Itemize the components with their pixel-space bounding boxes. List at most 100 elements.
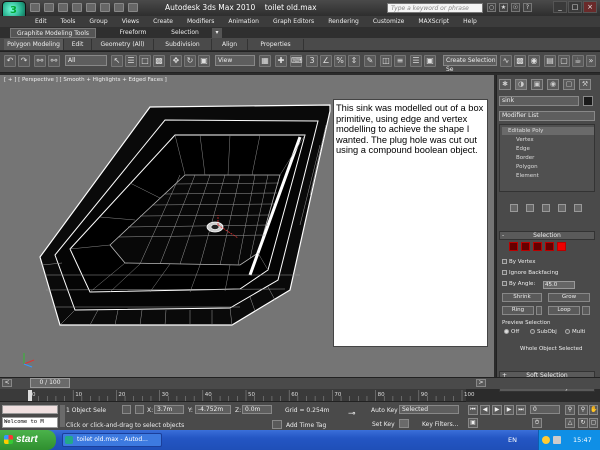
hierarchy-tab-icon[interactable]: ▣ — [531, 79, 543, 90]
z-coordinate-field[interactable]: 0.0m — [242, 405, 272, 414]
by-angle-checkbox[interactable]: By Angle: — [502, 281, 535, 287]
redo-toolbar-icon[interactable]: ↷ — [18, 55, 30, 67]
close-button[interactable]: × — [583, 1, 597, 13]
go-to-start-icon[interactable]: ⏮ — [468, 405, 478, 415]
loop-button[interactable]: Loop — [548, 306, 580, 315]
panel-polygon-modeling[interactable]: Polygon Modeling — [4, 39, 64, 50]
taskbar-item-3dsmax[interactable]: toilet old.max - Autod... — [62, 433, 162, 447]
maximize-button[interactable]: □ — [568, 1, 582, 13]
unlink-icon[interactable]: ⚯ — [48, 55, 60, 67]
lock-selection-icon[interactable] — [122, 405, 131, 414]
modify-tab-icon[interactable]: ◑ — [515, 79, 527, 90]
language-indicator[interactable]: EN — [508, 436, 517, 444]
go-to-end-icon[interactable]: ⏭ — [516, 405, 526, 415]
key-filter-icon[interactable] — [399, 419, 409, 428]
key-mode-toggle-icon[interactable]: ▣ — [468, 418, 478, 428]
fov-icon[interactable]: △ — [565, 418, 575, 428]
track-bar[interactable] — [0, 389, 466, 402]
element-mode-icon[interactable] — [557, 242, 566, 251]
named-selection-set-dropdown[interactable]: Create Selection Se — [443, 55, 497, 73]
named-selection-icon[interactable]: ✎ — [364, 55, 376, 67]
select-link-icon[interactable]: ⚯ — [34, 55, 46, 67]
redo-icon[interactable] — [86, 3, 96, 12]
time-slider[interactable]: 0 / 100 — [30, 378, 70, 388]
preview-off-radio[interactable]: Off — [504, 329, 519, 335]
configure-modifier-sets-icon[interactable] — [574, 204, 582, 212]
show-end-result-icon[interactable] — [526, 204, 534, 212]
select-manipulate-icon[interactable]: ✚ — [275, 55, 287, 67]
time-tag-icon[interactable] — [272, 420, 282, 429]
save-file-icon[interactable] — [58, 3, 68, 12]
zoom-icon[interactable]: ⚲ — [565, 405, 575, 415]
shrink-button[interactable]: Shrink — [502, 293, 542, 302]
remove-modifier-icon[interactable] — [558, 204, 566, 212]
listener-splitter[interactable] — [60, 405, 65, 427]
key-mode-dropdown[interactable]: Selected — [399, 405, 459, 414]
stack-item-border[interactable]: Border — [516, 155, 534, 161]
communication-icon[interactable]: ☉ — [511, 3, 520, 12]
prev-frame-icon[interactable]: < — [2, 379, 12, 387]
pivot-center-icon[interactable]: ▦ — [259, 55, 271, 67]
menu-modifiers[interactable]: Modifiers — [180, 16, 221, 27]
tab-graphite-modeling-tools[interactable]: Graphite Modeling Tools — [10, 28, 96, 38]
auto-key-button[interactable]: Auto Key — [371, 407, 398, 414]
ring-spinner[interactable] — [536, 306, 542, 315]
edge-mode-icon[interactable] — [521, 242, 530, 251]
angle-spinner[interactable]: 45.0 — [543, 281, 575, 289]
loop-spinner[interactable] — [582, 306, 590, 315]
object-color-swatch[interactable] — [583, 96, 593, 106]
grow-button[interactable]: Grow — [548, 293, 590, 302]
panel-subdivision[interactable]: Subdivision — [154, 39, 212, 50]
border-mode-icon[interactable] — [533, 242, 542, 251]
zoom-all-icon[interactable]: ⚲ — [578, 405, 588, 415]
select-object-icon[interactable]: ↖ — [111, 55, 123, 67]
hold-icon[interactable] — [100, 3, 110, 12]
key-icon[interactable]: ⊸ — [348, 409, 356, 419]
panel-geometry-all[interactable]: Geometry (All) — [92, 39, 154, 50]
dropdown-icon[interactable] — [128, 3, 138, 12]
keyboard-shortcut-icon[interactable]: ⌨ — [290, 55, 303, 67]
stack-item-vertex[interactable]: Vertex — [516, 137, 534, 143]
window-crossing-icon[interactable]: ▩ — [153, 55, 165, 67]
menu-graph-editors[interactable]: Graph Editors — [266, 16, 321, 27]
move-icon[interactable]: ✥ — [170, 55, 182, 67]
binoculars-icon[interactable]: ○ — [487, 3, 496, 12]
undo-toolbar-icon[interactable]: ↶ — [4, 55, 16, 67]
tray-network-icon[interactable] — [542, 436, 550, 444]
stack-item-editable-poly[interactable]: Editable Poly — [502, 127, 594, 135]
menu-maxscript[interactable]: MAXScript — [411, 16, 456, 27]
preview-multi-radio[interactable]: Multi — [565, 329, 585, 335]
tray-volume-icon[interactable] — [553, 436, 561, 444]
pin-stack-icon[interactable] — [510, 204, 518, 212]
create-tab-icon[interactable]: ✱ — [499, 79, 511, 90]
render-production-icon[interactable]: ☕ — [572, 55, 584, 67]
by-vertex-checkbox[interactable]: By Vertex — [502, 259, 535, 265]
rotate-icon[interactable]: ↻ — [184, 55, 196, 67]
add-time-tag-button[interactable]: Add Time Tag — [286, 422, 326, 429]
percent-snap-icon[interactable]: % — [334, 55, 346, 67]
menu-edit[interactable]: Edit — [28, 16, 54, 27]
x-coordinate-field[interactable]: 3.7m — [154, 405, 184, 414]
open-file-icon[interactable] — [44, 3, 54, 12]
panel-properties[interactable]: Properties — [248, 39, 304, 50]
help-icon[interactable]: ? — [523, 3, 532, 12]
selection-rollout-header[interactable]: - Selection — [499, 231, 595, 240]
viewport-label[interactable]: [ + ] [ Perspective ] [ Smooth + Highlig… — [4, 77, 167, 83]
selection-filter-dropdown[interactable]: All — [65, 55, 107, 66]
project-folder-icon[interactable] — [114, 3, 124, 12]
menu-group[interactable]: Group — [82, 16, 114, 27]
reference-coordinate-dropdown[interactable]: View — [215, 55, 255, 66]
vertex-mode-icon[interactable] — [509, 242, 518, 251]
menu-rendering[interactable]: Rendering — [321, 16, 366, 27]
curve-editor-icon[interactable]: ∿ — [500, 55, 512, 67]
time-config-icon[interactable]: ⏱ — [532, 418, 542, 428]
stack-item-edge[interactable]: Edge — [516, 146, 530, 152]
modifier-list-dropdown[interactable]: Modifier List — [499, 111, 595, 121]
previous-frame-icon[interactable]: ◀ — [480, 405, 490, 415]
ribbon-toggle-icon[interactable]: ▾ — [212, 28, 222, 38]
maximize-viewport-icon[interactable]: ▢ — [589, 418, 598, 428]
maxscript-listener-field[interactable] — [2, 405, 58, 414]
align-icon[interactable]: ≡ — [394, 55, 406, 67]
scale-icon[interactable]: ▣ — [198, 55, 210, 67]
tab-freeform[interactable]: Freeform — [108, 28, 158, 38]
